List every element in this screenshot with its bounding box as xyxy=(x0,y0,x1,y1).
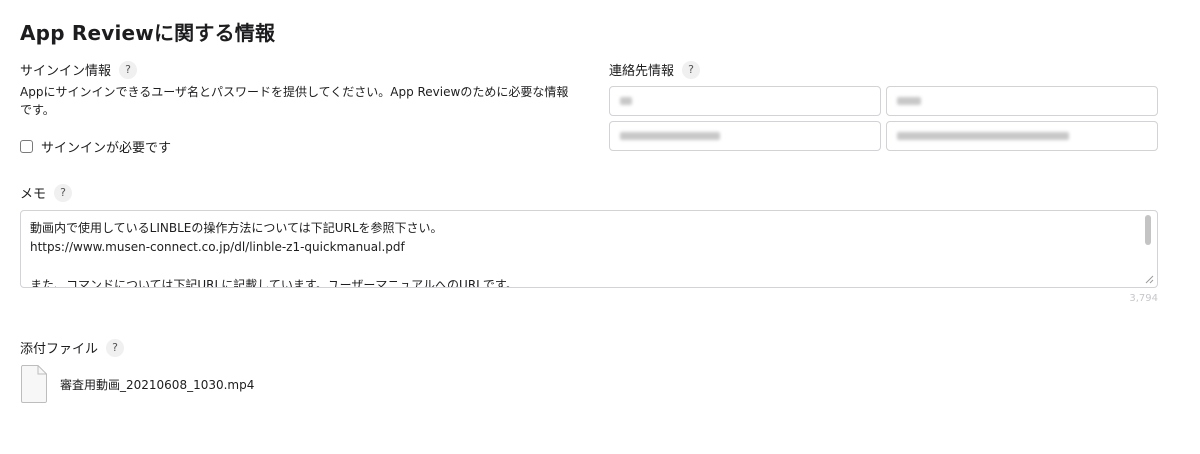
signin-required-checkbox-row[interactable]: サインインが必要です xyxy=(20,137,171,156)
file-icon xyxy=(21,365,47,403)
signin-label: サインイン情報 xyxy=(20,64,112,79)
page-title: App Reviewに関する情報 xyxy=(20,21,276,45)
contact-section: 連絡先情報 ? xyxy=(609,60,1159,79)
resize-handle-icon[interactable] xyxy=(1145,275,1154,284)
attachment-file-name: 審査用動画_20210608_1030.mp4 xyxy=(60,377,255,392)
redacted-value xyxy=(620,97,632,105)
memo-line: また、コマンドについては下記URLに記載しています。ユーザーマニュアルへのURL… xyxy=(30,278,518,288)
contact-label-row: 連絡先情報 ? xyxy=(609,60,1159,79)
signin-help-icon[interactable]: ? xyxy=(119,60,138,79)
contact-fields xyxy=(609,86,1159,151)
memo-label-row: メモ ? xyxy=(20,183,73,202)
contact-help-icon[interactable]: ? xyxy=(682,60,701,79)
redacted-value xyxy=(620,132,720,140)
memo-textarea[interactable]: 動画内で使用しているLINBLEの操作方法については下記URLを参照下さい。 h… xyxy=(20,210,1158,288)
memo-char-count: 3,794 xyxy=(1129,293,1158,304)
attachments-label-row: 添付ファイル ? xyxy=(20,338,125,357)
redacted-value xyxy=(897,132,1069,140)
memo-line: 動画内で使用しているLINBLEの操作方法については下記URLを参照下さい。 xyxy=(30,221,443,235)
attachments-label: 添付ファイル xyxy=(20,342,99,357)
redacted-value xyxy=(897,97,921,105)
memo-label: メモ xyxy=(20,187,47,202)
signin-required-checkbox[interactable] xyxy=(20,140,33,153)
contact-email-field[interactable] xyxy=(886,121,1158,151)
contact-first-name-field[interactable] xyxy=(609,86,881,116)
memo-scrollbar[interactable] xyxy=(1145,215,1151,245)
memo-help-icon[interactable]: ? xyxy=(54,183,73,202)
contact-phone-field[interactable] xyxy=(609,121,881,151)
signin-section: サインイン情報 ? Appにサインインできるユーザ名とパスワードを提供してくださ… xyxy=(20,60,580,119)
contact-label: 連絡先情報 xyxy=(609,64,675,79)
memo-blank-line xyxy=(30,257,1129,276)
signin-description: Appにサインインできるユーザ名とパスワードを提供してください。App Revi… xyxy=(20,85,569,117)
attachment-item[interactable]: 審査用動画_20210608_1030.mp4 xyxy=(20,364,254,404)
attachments-help-icon[interactable]: ? xyxy=(106,338,125,357)
signin-label-row: サインイン情報 ? xyxy=(20,60,580,79)
memo-line: https://www.musen-connect.co.jp/dl/linbl… xyxy=(30,240,405,254)
signin-required-label: サインインが必要です xyxy=(41,141,172,156)
contact-last-name-field[interactable] xyxy=(886,86,1158,116)
